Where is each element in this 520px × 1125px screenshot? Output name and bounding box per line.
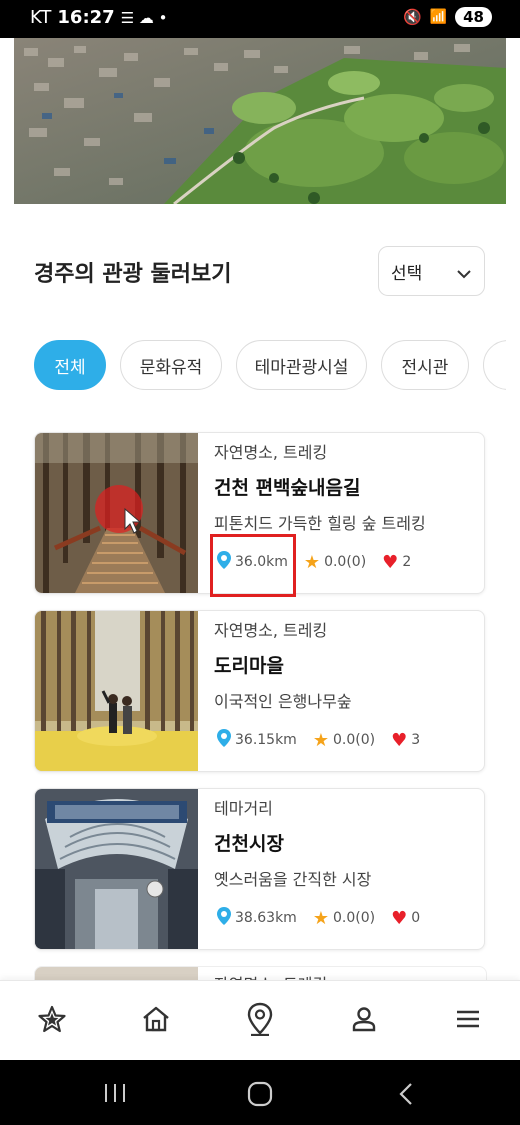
tab-next-partial[interactable] <box>483 340 506 390</box>
sort-select[interactable]: 선택 <box>378 246 485 296</box>
card-category: 테마거리 <box>214 799 273 818</box>
card-category: 자연명소, 트레킹 <box>214 621 328 640</box>
card-rating: 0.0(0) <box>332 732 376 748</box>
card-meta: 38.63km ★ 0.0(0) ♥ 0 <box>217 907 420 929</box>
tab-all-label: 전체 <box>54 357 86 378</box>
card-likes: 0 <box>411 910 421 926</box>
star-icon: ★ <box>312 907 329 929</box>
card-likes: 2 <box>402 554 412 570</box>
location-pin-icon <box>247 1002 273 1036</box>
battery-indicator: 48 <box>455 7 492 27</box>
nav-location-button[interactable] <box>240 999 280 1039</box>
place-thumbnail <box>35 611 198 771</box>
status-bar: KT 16:27 ☰ ☁ • 🔇 📶 48 <box>0 0 520 38</box>
highlight-box <box>210 534 296 597</box>
location-pin-icon <box>217 907 231 929</box>
card-description: 옛스러움을 간직한 시장 <box>214 870 372 889</box>
card-title: 도리마을 <box>214 655 284 677</box>
card-description: 피톤치드 가득한 힐링 숲 트레킹 <box>214 514 426 533</box>
card-distance: 38.63km <box>235 910 297 926</box>
recent-apps-icon[interactable] <box>102 1082 128 1104</box>
notification-icons: ☰ ☁ • <box>120 8 168 27</box>
card-description: 이국적인 은행나무숲 <box>214 692 352 711</box>
location-pin-icon <box>217 729 231 751</box>
bottom-nav <box>0 980 520 1061</box>
tab-all[interactable]: 전체 <box>34 340 106 390</box>
star-icon: ★ <box>303 551 321 573</box>
back-icon[interactable] <box>396 1081 416 1107</box>
menu-icon <box>457 1010 479 1028</box>
place-thumbnail <box>35 789 198 949</box>
category-tabs: 전체 문화유적 테마관광시설 전시관 <box>34 340 506 392</box>
battery-level: 48 <box>463 8 484 26</box>
sort-select-value: 선택 <box>391 263 423 284</box>
card-likes: 3 <box>411 732 421 748</box>
card-category: 자연명소, 트레킹 <box>214 443 328 462</box>
tab-theme-facilities-label: 테마관광시설 <box>254 357 349 378</box>
tab-theme-facilities[interactable]: 테마관광시설 <box>236 340 367 390</box>
card-rating: 0.0(0) <box>332 910 376 926</box>
card-meta: 36.15km ★ 0.0(0) ♥ 3 <box>217 729 420 751</box>
heart-icon[interactable]: ♥ <box>391 730 407 751</box>
home-circle-icon[interactable] <box>246 1080 274 1108</box>
heart-icon[interactable]: ♥ <box>391 908 407 929</box>
tab-exhibition-label: 전시관 <box>401 357 449 378</box>
user-icon <box>352 1007 376 1032</box>
home-icon <box>143 1006 169 1032</box>
star-icon: ★ <box>312 729 329 751</box>
card-title: 건천 편백숲내음길 <box>214 477 361 499</box>
carrier-label: KT <box>30 7 52 28</box>
card-distance: 36.15km <box>235 732 297 748</box>
tab-exhibition[interactable]: 전시관 <box>381 340 469 390</box>
nav-profile-button[interactable] <box>344 999 384 1039</box>
nav-featured-button[interactable] <box>32 999 72 1039</box>
tab-cultural-heritage[interactable]: 문화유적 <box>120 340 222 390</box>
chevron-down-icon <box>456 265 472 285</box>
nav-menu-button[interactable] <box>448 999 488 1039</box>
mute-icon: 🔇 <box>403 8 422 26</box>
hero-image <box>14 38 506 204</box>
star-icon <box>38 1005 66 1033</box>
system-nav-bar <box>0 1060 520 1125</box>
card-title: 건천시장 <box>214 833 284 855</box>
place-thumbnail <box>35 433 198 593</box>
clock: 16:27 <box>57 7 115 28</box>
tab-cultural-heritage-label: 문화유적 <box>139 357 203 378</box>
list-item[interactable]: 테마거리 건천시장 옛스러움을 간직한 시장 38.63km ★ 0.0(0) … <box>34 788 485 950</box>
heart-icon[interactable]: ♥ <box>382 552 398 573</box>
wifi-icon: 📶 <box>429 9 448 25</box>
nav-home-button[interactable] <box>136 999 176 1039</box>
list-item[interactable]: 자연명소, 트레킹 도리마을 이국적인 은행나무숲 36.15km ★ 0.0(… <box>34 610 485 772</box>
section-title: 경주의 관광 둘러보기 <box>34 262 232 287</box>
card-rating: 0.0(0) <box>324 554 367 570</box>
